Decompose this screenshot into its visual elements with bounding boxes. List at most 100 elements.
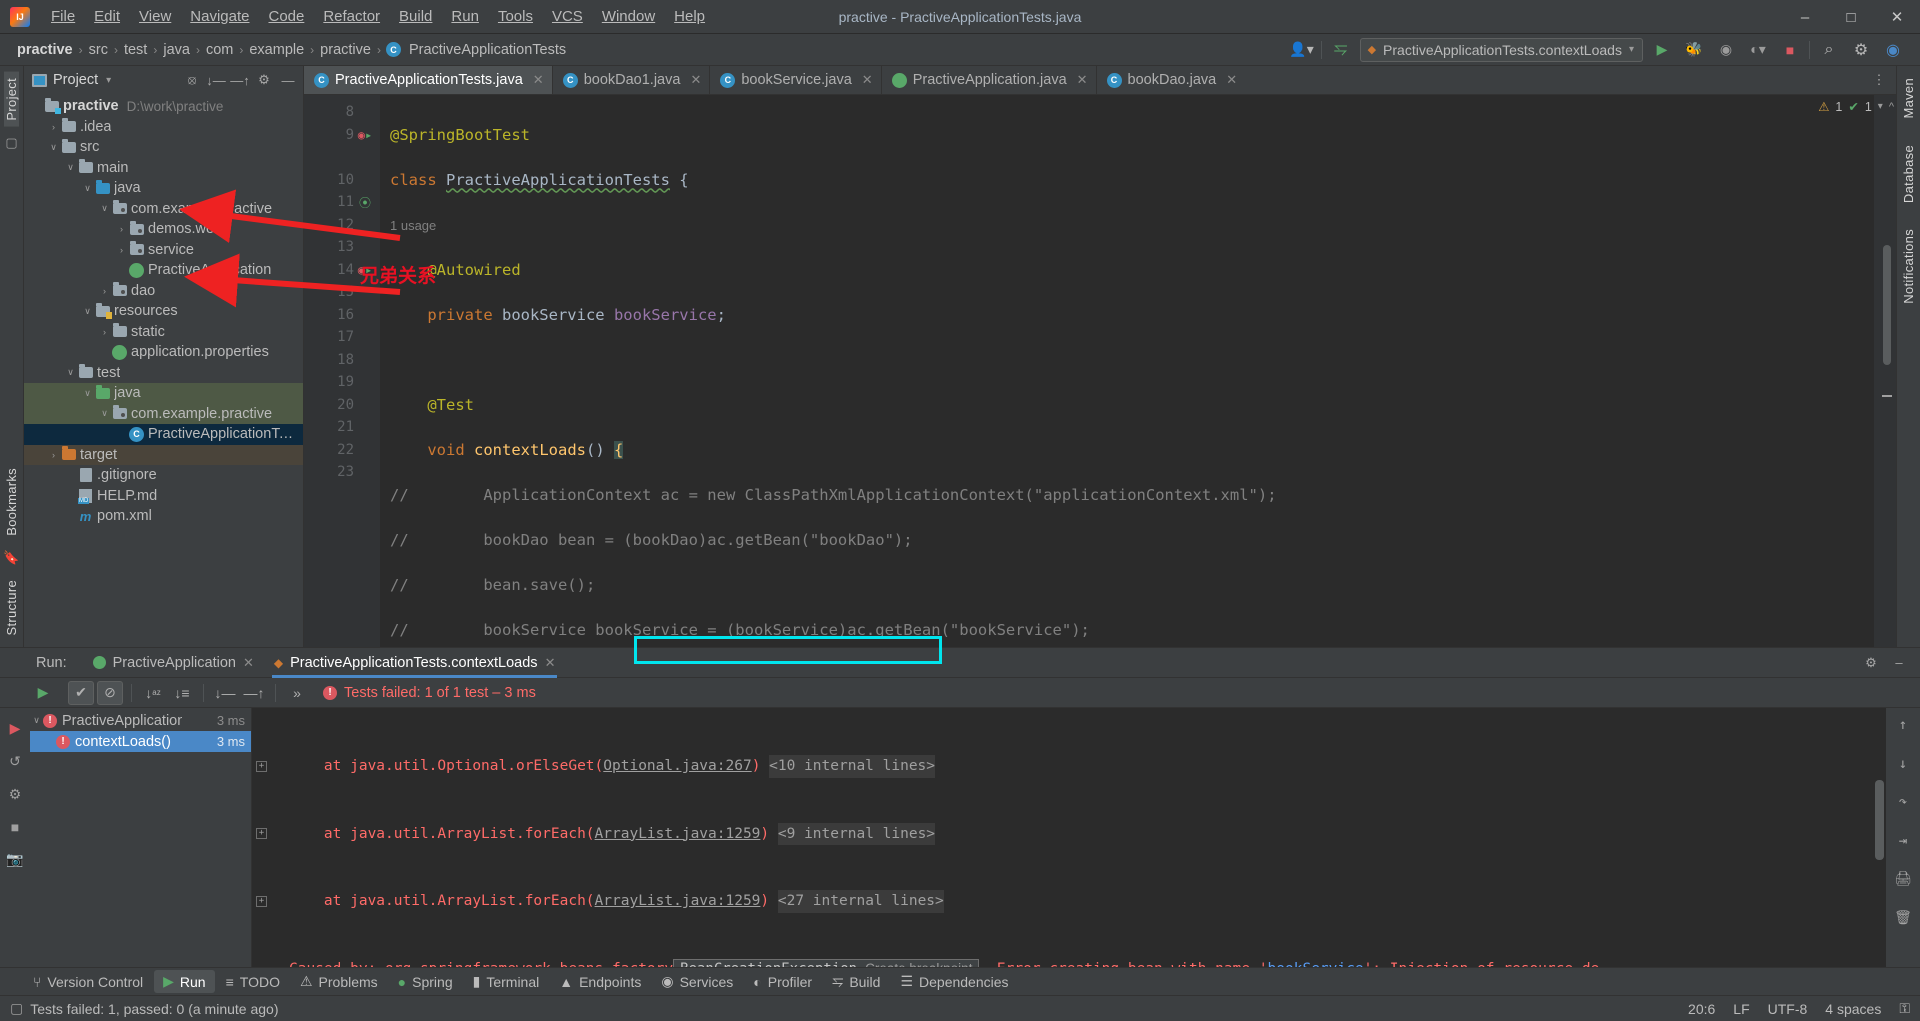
scroll-down-icon[interactable]: ↓ <box>1899 753 1907 776</box>
exception-name[interactable]: BeanCreationException <box>680 958 857 968</box>
chevron-down-icon[interactable]: ▾ <box>106 75 111 86</box>
close-button[interactable]: ✕ <box>1874 0 1920 34</box>
project-tree-row[interactable]: PractiveApplication <box>24 260 303 281</box>
gutter-line[interactable]: 23 <box>304 461 380 484</box>
bottom-tab-build[interactable]: ⥧ Build <box>823 970 889 993</box>
project-tree[interactable]: practive D:\work\practive › .idea ∨ src ∨ main ∨… <box>24 94 303 647</box>
project-tree-row[interactable]: › static <box>24 322 303 343</box>
menu-tools[interactable]: Tools <box>489 4 542 29</box>
menu-build[interactable]: Build <box>390 4 441 29</box>
tree-twisty[interactable]: ∨ <box>81 388 94 399</box>
indent-setting[interactable]: 4 spaces <box>1825 1001 1881 1017</box>
expand-all-icon[interactable]: ↓— <box>205 69 227 91</box>
run-configuration-selector[interactable]: ◆ PractiveApplicationTests.contextLoads … <box>1359 37 1643 62</box>
tree-twisty[interactable]: ∨ <box>47 142 60 153</box>
project-tree-row[interactable]: ∨ resources <box>24 301 303 322</box>
editor-tab-bookdao[interactable]: C bookDao.java ✕ <box>1097 66 1246 94</box>
project-tree-row[interactable]: application.properties <box>24 342 303 363</box>
gutter-line[interactable]: 8 <box>304 101 380 124</box>
console-scrollbar[interactable] <box>1875 780 1884 860</box>
stop-button[interactable]: ■ <box>1777 38 1803 62</box>
gutter-icon[interactable]: ⦿ <box>354 194 376 211</box>
lock-icon[interactable]: ⚿ <box>1899 1000 1910 1017</box>
line-separator[interactable]: LF <box>1733 1001 1749 1017</box>
bottom-tab-profiler[interactable]: ◐ Profiler <box>744 971 821 993</box>
gear-icon[interactable]: ⚙ <box>1860 652 1882 674</box>
console-internal-lines[interactable]: <10 internal lines> <box>769 755 936 778</box>
project-tree-row[interactable]: › target <box>24 444 303 465</box>
more-actions-icon[interactable]: » <box>284 681 310 705</box>
rerun-failed-icon[interactable]: ▶ <box>10 720 21 737</box>
project-tree-row[interactable]: › dao <box>24 281 303 302</box>
rerun-button[interactable]: ▶ <box>30 681 56 705</box>
sort-alphabetically-icon[interactable]: ↓ az <box>140 681 166 705</box>
close-icon[interactable]: ✕ <box>243 655 254 671</box>
bottom-tab-terminal[interactable]: ▮ Terminal <box>464 970 549 993</box>
gear-icon[interactable]: ⚙ <box>253 69 275 91</box>
menu-edit[interactable]: Edit <box>85 4 129 29</box>
tree-twisty[interactable]: › <box>115 245 128 255</box>
project-tree-row[interactable]: ∨ com.example.practive <box>24 199 303 220</box>
tree-twisty[interactable]: ∨ <box>81 183 94 194</box>
gutter-line[interactable]: 17 <box>304 326 380 349</box>
tree-twisty[interactable]: › <box>47 450 60 460</box>
collapse-inspections-icon[interactable]: ^ <box>1889 101 1894 113</box>
gutter-icon[interactable]: ◉▸ <box>354 128 376 142</box>
inspection-widget[interactable]: ⚠ 1 ✔ 1 ▾ ^ <box>1818 99 1894 115</box>
editor-gutter[interactable]: 8 9 ◉▸ 10 11 ⦿ 12 13 14 ◉▸ 15 16 17 18 19 20 21 22 23 <box>304 95 380 647</box>
breadcrumb-item-test[interactable]: test <box>121 40 150 60</box>
commit-icon[interactable]: ▢ <box>5 135 17 151</box>
project-tree-row[interactable]: .gitignore <box>24 465 303 486</box>
gutter-line[interactable]: 18 <box>304 349 380 372</box>
tree-twisty[interactable]: ∨ <box>98 408 111 419</box>
print-icon[interactable]: 🖨 <box>1894 868 1912 891</box>
run-console[interactable]: + at java.util.Optional.orElseGet(Option… <box>252 708 1920 967</box>
project-tree-row[interactable]: C PractiveApplicationTests <box>24 424 303 445</box>
project-tree-row[interactable]: ∨ com.example.practive <box>24 403 303 424</box>
close-icon[interactable]: ✕ <box>862 72 873 88</box>
hammer-icon[interactable]: ⥧ <box>1328 38 1354 62</box>
tree-twisty[interactable]: ∨ <box>98 203 111 214</box>
menu-view[interactable]: View <box>130 4 180 29</box>
bottom-tab-run[interactable]: ▶ Run <box>154 970 215 993</box>
bottom-tab-problems[interactable]: ⚠ Problems <box>291 970 387 993</box>
console-internal-lines[interactable]: <9 internal lines> <box>777 822 936 845</box>
bottom-tab-spring[interactable]: ● Spring <box>389 971 462 993</box>
menu-file[interactable]: File <box>42 4 84 29</box>
tree-twisty[interactable]: › <box>98 327 111 337</box>
close-icon[interactable]: ✕ <box>1077 72 1088 88</box>
hide-icon[interactable]: – <box>1888 652 1910 674</box>
tree-twisty[interactable]: ∨ <box>30 715 43 726</box>
account-icon[interactable]: 👤▾ <box>1289 38 1315 62</box>
project-tree-row[interactable]: › .idea <box>24 117 303 138</box>
project-tree-row[interactable]: ∨ java <box>24 383 303 404</box>
code-content[interactable]: @SpringBootTest class PractiveApplicatio… <box>380 95 1874 647</box>
test-tree-row-class[interactable]: ∨ ! PractiveApplicationTests 3 ms <box>30 710 251 731</box>
project-tree-row[interactable]: ∨ java <box>24 178 303 199</box>
bottom-tab-todo[interactable]: ≡ TODO <box>217 971 289 993</box>
run-tab-contextloads[interactable]: ◆ PractiveApplicationTests.contextLoads … <box>264 648 566 678</box>
profile-button[interactable]: ◐▾ <box>1745 38 1771 62</box>
sort-by-duration-icon[interactable]: ↓≡ <box>169 681 195 705</box>
status-message[interactable]: Tests failed: 1, passed: 0 (a minute ago… <box>30 1001 278 1017</box>
tree-twisty[interactable]: › <box>98 286 111 296</box>
file-encoding[interactable]: UTF-8 <box>1768 1001 1808 1017</box>
project-tree-row[interactable]: m pom.xml <box>24 506 303 527</box>
editor-scrollbar[interactable] <box>1883 245 1891 365</box>
menu-window[interactable]: Window <box>593 4 664 29</box>
stop-icon[interactable]: ■ <box>11 819 19 835</box>
bottom-tab-services[interactable]: ◉ Services <box>652 970 742 993</box>
search-icon[interactable]: ⌕ <box>1816 38 1842 62</box>
maximize-button[interactable]: □ <box>1828 0 1874 34</box>
coverage-button[interactable]: ◉ <box>1713 38 1739 62</box>
test-tree-row-method[interactable]: ! contextLoads() 3 ms <box>30 731 251 752</box>
scroll-to-end-icon[interactable]: ⇥ <box>1899 830 1907 853</box>
soft-wrap-icon[interactable]: ↷ <box>1899 791 1907 814</box>
project-tree-row[interactable]: practive D:\work\practive <box>24 96 303 117</box>
minimize-button[interactable]: – <box>1782 0 1828 34</box>
bookmark-icon[interactable]: 🔖 <box>3 550 19 566</box>
breadcrumb-item-practive-pkg[interactable]: practive <box>317 40 374 60</box>
project-tree-row[interactable]: › demos.web <box>24 219 303 240</box>
tree-twisty[interactable]: ∨ <box>64 367 77 378</box>
run-button[interactable]: ▶ <box>1649 38 1675 62</box>
